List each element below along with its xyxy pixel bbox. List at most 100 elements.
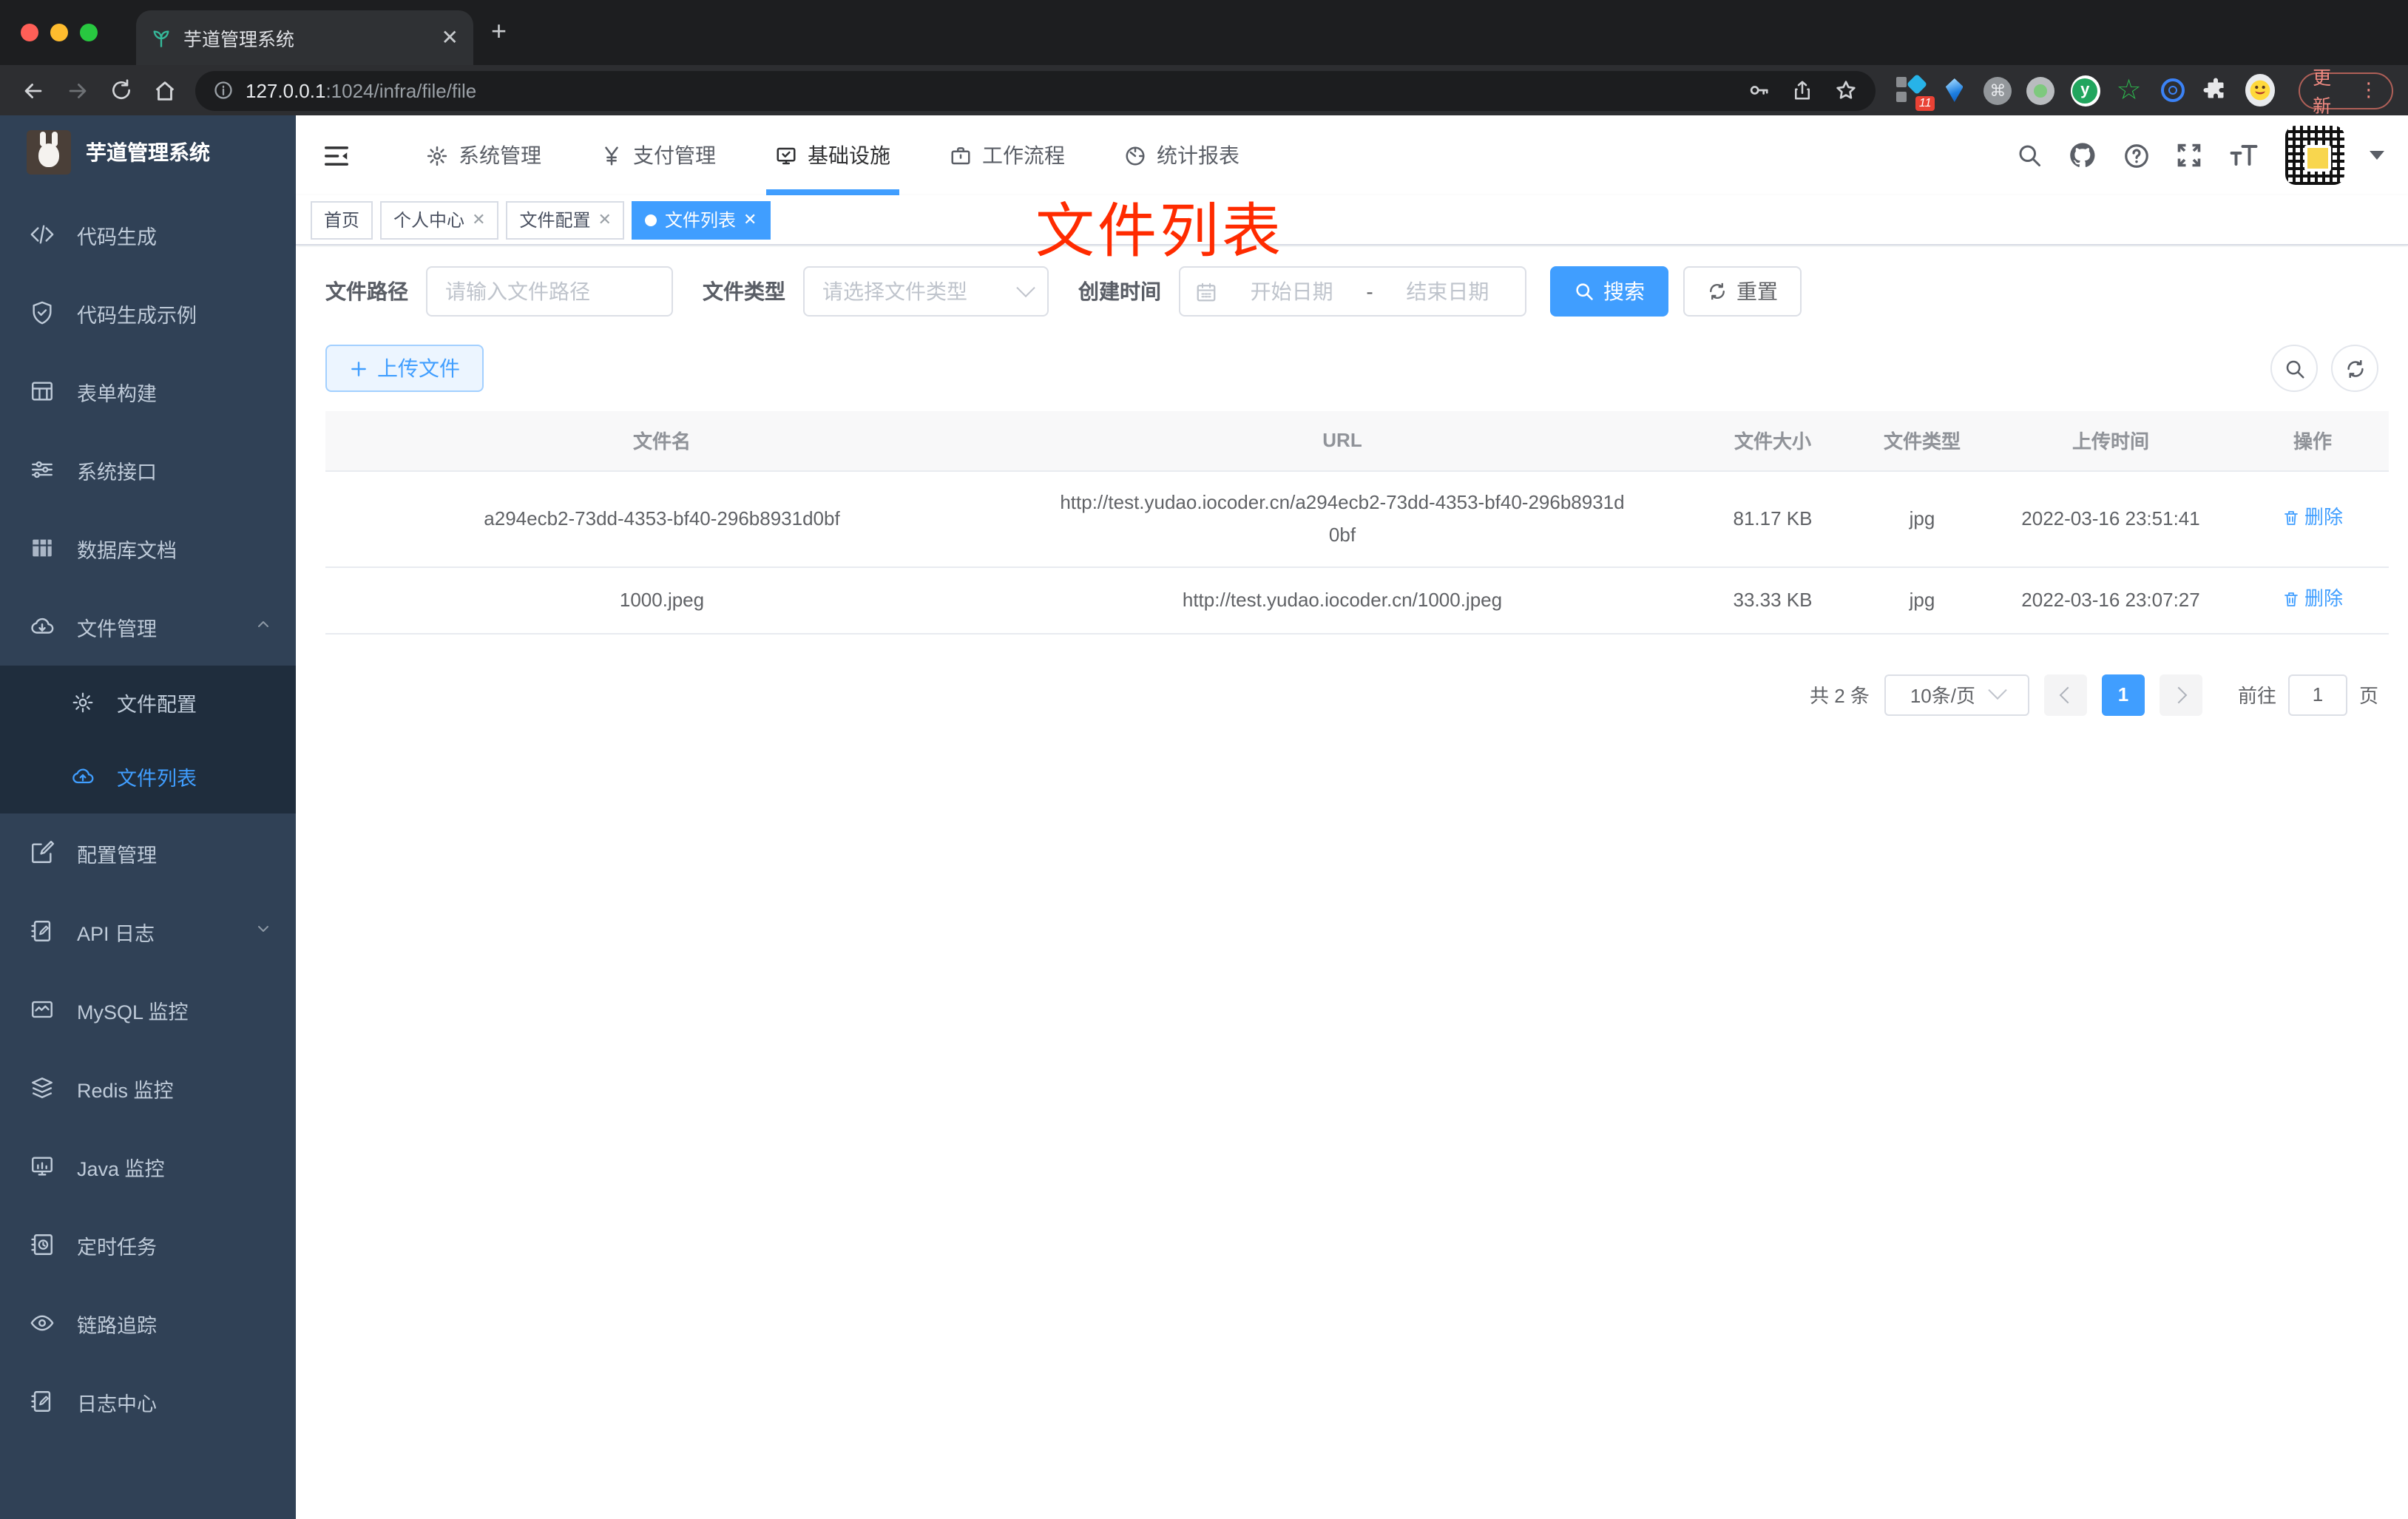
sidebar-item-file-config[interactable]: 文件配置: [0, 666, 296, 740]
sidebar-item-code-generation[interactable]: 代码生成: [0, 195, 296, 274]
command-extension-icon[interactable]: ⌘: [1983, 75, 2012, 105]
sidebar-item-scheduled-tasks[interactable]: 定时任务: [0, 1205, 296, 1284]
cell-file-type: jpg: [1859, 566, 1985, 635]
screen: 芋道管理系统 ✕ + 127.0.0.1:1024/infra/file/fil…: [0, 0, 2408, 1519]
eye-extension-icon[interactable]: [2158, 75, 2187, 105]
sidebar-item-system-api[interactable]: 系统接口: [0, 430, 296, 509]
upload-file-button[interactable]: 上传文件: [325, 345, 484, 392]
file-path-input[interactable]: [445, 280, 654, 303]
date-end-placeholder[interactable]: 结束日期: [1385, 277, 1510, 306]
reload-icon[interactable]: [102, 71, 140, 109]
star-extension-icon[interactable]: ☆: [2114, 75, 2143, 105]
chevron-down-icon: [254, 920, 272, 942]
bookmark-star-icon[interactable]: [1835, 78, 1859, 102]
forward-icon[interactable]: [58, 71, 96, 109]
cloud-upload-icon: [72, 768, 94, 784]
page-number-1[interactable]: 1: [2101, 674, 2145, 716]
gem-extension-icon[interactable]: [1941, 75, 1969, 105]
sidebar-item-db-doc[interactable]: 数据库文档: [0, 509, 296, 587]
tag-close-icon[interactable]: ✕: [598, 210, 612, 229]
tab-close-icon[interactable]: ✕: [442, 25, 459, 50]
y-extension-icon[interactable]: y: [2070, 75, 2100, 106]
close-window-button[interactable]: [21, 24, 38, 41]
browser-tab[interactable]: 芋道管理系统 ✕: [136, 10, 473, 65]
delete-button[interactable]: 删除: [2282, 501, 2343, 533]
password-key-icon[interactable]: [1748, 78, 1771, 102]
zoom-window-button[interactable]: [80, 24, 98, 41]
home-icon[interactable]: [146, 71, 183, 109]
browser-menu-dots-icon[interactable]: ⋮: [2359, 78, 2378, 102]
puzzle-extensions-icon[interactable]: [2201, 75, 2230, 105]
page-content: 文件路径 文件类型 请选择文件类型 创建时间 开始日期 -: [296, 247, 2408, 1519]
tag-file-list[interactable]: 文件列表 ✕: [632, 200, 771, 239]
sidebar-item-label: 代码生成示例: [77, 304, 197, 326]
sidebar-item-java-monitor[interactable]: Java 监控: [0, 1127, 296, 1205]
sidebar-item-code-demo[interactable]: 代码生成示例: [0, 274, 296, 352]
tag-home[interactable]: 首页: [311, 200, 373, 239]
page-size-select[interactable]: 10条/页: [1884, 674, 2029, 716]
top-menu-system[interactable]: 系统管理: [396, 115, 571, 195]
user-avatar-qr[interactable]: [2285, 126, 2344, 185]
sidebar-collapse-icon[interactable]: [314, 133, 358, 177]
sidebar-item-label: Redis 监控: [77, 1079, 174, 1101]
date-range-picker[interactable]: 开始日期 - 结束日期: [1179, 266, 1526, 317]
share-icon[interactable]: [1792, 78, 1814, 102]
sidebar-item-file-list[interactable]: 文件列表: [0, 740, 296, 813]
cloud-download-icon: [31, 618, 54, 634]
new-tab-button[interactable]: +: [491, 18, 507, 44]
sidebar-item-redis-monitor[interactable]: Redis 监控: [0, 1049, 296, 1127]
delete-button[interactable]: 删除: [2282, 582, 2343, 615]
chart-line-icon: [32, 1001, 53, 1018]
file-type-select[interactable]: 请选择文件类型: [803, 266, 1049, 317]
github-icon[interactable]: [2068, 141, 2097, 170]
reset-button[interactable]: 重置: [1683, 266, 1802, 317]
pinned-extension-badge-icon[interactable]: 11: [1896, 73, 1935, 111]
minimize-window-button[interactable]: [50, 24, 68, 41]
search-button[interactable]: 搜索: [1550, 266, 1668, 317]
cell-upload-time: 2022-03-16 23:07:27: [1985, 566, 2236, 635]
profile-avatar-emoji-icon[interactable]: [2245, 74, 2275, 106]
sidebar-logo[interactable]: 芋道管理系统: [0, 115, 296, 189]
tag-close-icon[interactable]: ✕: [472, 210, 485, 229]
tag-profile[interactable]: 个人中心 ✕: [380, 200, 499, 239]
tag-close-icon[interactable]: ✕: [743, 210, 757, 229]
sidebar-item-file-management[interactable]: 文件管理: [0, 587, 296, 666]
site-info-icon[interactable]: [213, 80, 234, 101]
toggle-search-button[interactable]: [2270, 345, 2318, 392]
logo-title: 芋道管理系统: [86, 141, 210, 164]
app-header: 系统管理 支付管理 基础设施 工作流程 统计报表: [296, 115, 2408, 195]
address-bar[interactable]: 127.0.0.1:1024/infra/file/file: [195, 70, 1876, 110]
goto-page-input[interactable]: [2287, 674, 2347, 716]
sidebar-item-config-management[interactable]: 配置管理: [0, 813, 296, 892]
sidebar-item-trace[interactable]: 链路追踪: [0, 1284, 296, 1362]
user-menu-caret-icon[interactable]: [2370, 151, 2384, 160]
sidebar-item-mysql-monitor[interactable]: MySQL 监控: [0, 970, 296, 1049]
top-menu-label: 统计报表: [1157, 143, 1239, 167]
tag-file-config[interactable]: 文件配置 ✕: [506, 200, 625, 239]
sidebar-item-api-log[interactable]: API 日志: [0, 892, 296, 970]
top-menu-payment[interactable]: 支付管理: [571, 115, 745, 195]
sidebar-item-log-center[interactable]: 日志中心: [0, 1362, 296, 1441]
font-size-icon[interactable]: [2228, 142, 2260, 169]
briefcase-icon: [951, 146, 970, 164]
chrome-update-chip[interactable]: 更新 ⋮: [2298, 68, 2393, 117]
prev-page-button[interactable]: [2043, 674, 2087, 716]
dot-extension-icon[interactable]: [2026, 75, 2056, 105]
chevron-down-icon: [1016, 277, 1035, 297]
refresh-icon: [2347, 359, 2363, 377]
back-icon[interactable]: [15, 71, 53, 109]
update-label: 更新: [2313, 68, 2332, 117]
next-page-button[interactable]: [2159, 674, 2202, 716]
help-icon[interactable]: [2123, 141, 2151, 169]
top-menu-infrastructure[interactable]: 基础设施: [745, 115, 920, 195]
fullscreen-icon[interactable]: [2176, 142, 2202, 169]
layers-icon: [32, 1077, 53, 1098]
search-icon[interactable]: [2016, 142, 2043, 169]
cell-upload-time: 2022-03-16 23:51:41: [1985, 470, 2236, 568]
refresh-table-button[interactable]: [2331, 345, 2378, 392]
sidebar-item-label: 代码生成: [77, 226, 157, 248]
dashboard-icon: [1126, 146, 1145, 165]
date-start-placeholder[interactable]: 开始日期: [1229, 277, 1354, 306]
yen-icon: [605, 146, 618, 165]
sidebar-item-form-builder[interactable]: 表单构建: [0, 352, 296, 430]
